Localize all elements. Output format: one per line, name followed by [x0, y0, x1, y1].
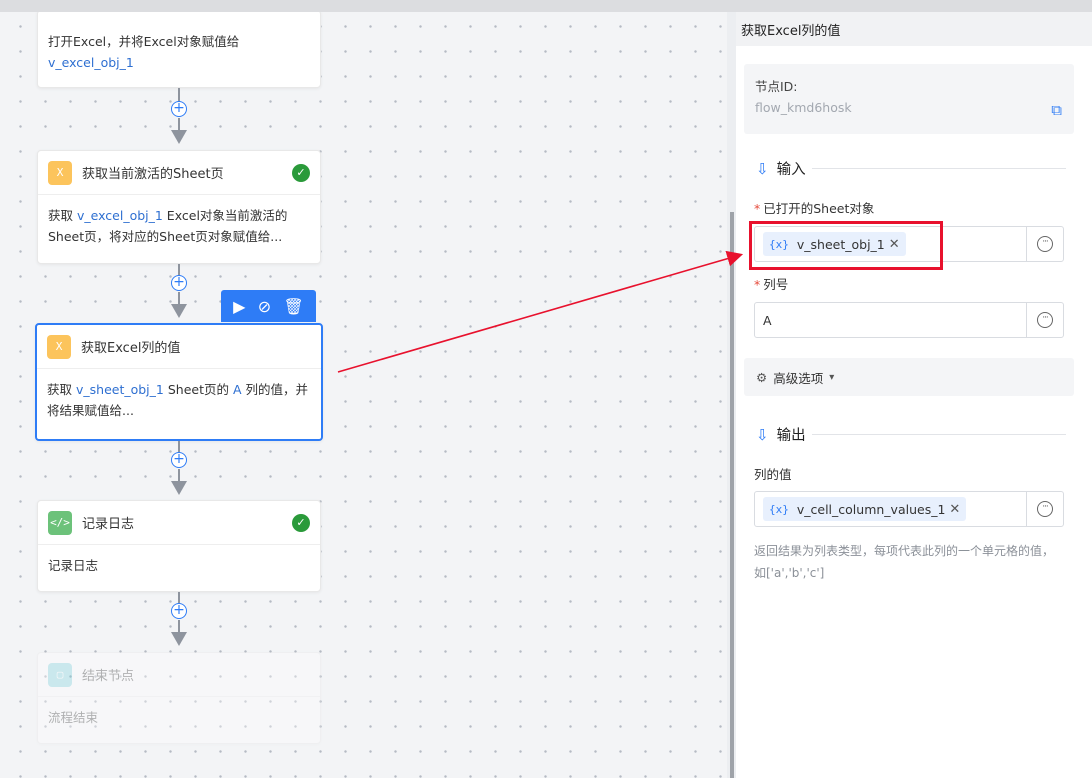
variable-icon: {x}: [769, 502, 789, 516]
node-get-active-sheet[interactable]: X 获取当前激活的Sheet页 ✓ 获取 v_excel_obj_1 Excel…: [37, 150, 321, 264]
add-node-icon[interactable]: +: [171, 101, 187, 117]
node-toolbar: ▶ ⊘ 🗑: [221, 290, 316, 322]
node-header: X 获取Excel列的值: [37, 325, 321, 369]
advanced-label: 高级选项: [773, 370, 824, 386]
copy-icon[interactable]: ⧉: [1051, 101, 1062, 119]
node-get-column[interactable]: X 获取Excel列的值 获取 v_sheet_obj_1 Sheet页的 A …: [35, 323, 323, 441]
section-label: 输出: [776, 428, 806, 444]
check-icon: ✓: [292, 513, 310, 532]
column-value: A: [763, 312, 772, 328]
top-bar: [0, 0, 1092, 12]
column-label: * 列号: [754, 277, 789, 292]
column-field[interactable]: A ···: [754, 302, 1064, 338]
node-text: 打开Excel，并将Excel对象赋值给: [48, 34, 240, 49]
node-title: 获取当前激活的Sheet页: [82, 167, 224, 182]
node-text: 获取: [48, 208, 77, 223]
section-label: 输入: [776, 162, 806, 178]
variable-picker-button[interactable]: ···: [1026, 492, 1063, 526]
output-section-title: ⇩ 输出: [756, 424, 1066, 445]
advanced-options[interactable]: ⚙ 高级选项 ▾: [744, 358, 1074, 396]
node-body: 记录日志: [38, 545, 320, 586]
add-node-icon[interactable]: +: [171, 452, 187, 468]
more-icon: ···: [1037, 312, 1053, 328]
node-log[interactable]: </> 记录日志 ✓ 记录日志: [37, 500, 321, 592]
node-body: 流程结束: [38, 697, 320, 738]
input-icon: ⇩: [756, 159, 769, 178]
flow-canvas[interactable]: 打开Excel，并将Excel对象赋值给 v_excel_obj_1 + X 获…: [0, 12, 727, 778]
code-icon: </>: [48, 510, 72, 535]
variable-picker-button[interactable]: ···: [1026, 303, 1063, 337]
add-node-icon[interactable]: +: [171, 603, 187, 619]
node-id-value: flow_kmd6hosk: [755, 100, 852, 115]
node-text: Sheet页的: [163, 382, 233, 397]
variable-tag[interactable]: {x} v_cell_column_values_1 ✕: [763, 497, 967, 521]
node-variable[interactable]: v_sheet_obj_1: [76, 382, 164, 397]
node-text: 流程结束: [48, 710, 99, 725]
check-icon: ✓: [292, 163, 310, 182]
more-icon: ···: [1037, 501, 1053, 517]
panel-title: 获取Excel列的值: [736, 12, 1092, 46]
node-body: 打开Excel，并将Excel对象赋值给 v_excel_obj_1: [38, 12, 320, 83]
excel-icon: X: [48, 160, 72, 185]
node-title: 记录日志: [82, 517, 135, 532]
chevron-down-icon: ▾: [829, 371, 835, 383]
variable-tag-label: v_cell_column_values_1: [796, 501, 946, 517]
output-icon: ⇩: [756, 425, 769, 444]
node-id-label: 节点ID:: [755, 79, 798, 94]
node-text: 记录日志: [48, 558, 99, 573]
node-header: </> 记录日志 ✓: [38, 501, 320, 545]
connector: +: [171, 88, 187, 158]
output-hint: 返回结果为列表类型，每项代表此列的一个单元格的值，如['a','b','c']: [754, 544, 1055, 580]
delete-icon[interactable]: 🗑: [284, 297, 304, 316]
sheet-object-label: * 已打开的Sheet对象: [754, 201, 875, 216]
play-icon[interactable]: ▶: [233, 297, 245, 316]
output-label: 列的值: [754, 467, 792, 482]
node-title: 获取Excel列的值: [81, 341, 181, 356]
node-text: 获取: [47, 382, 76, 397]
node-variable[interactable]: v_excel_obj_1: [77, 208, 163, 223]
add-node-icon[interactable]: +: [171, 275, 187, 291]
excel-icon: X: [47, 334, 71, 359]
node-title: 结束节点: [82, 669, 135, 684]
variable-picker-button[interactable]: ···: [1026, 227, 1063, 261]
node-body: 获取 v_sheet_obj_1 Sheet页的 A 列的值，并将结果赋值给..…: [37, 369, 321, 431]
gear-icon: ⚙: [756, 369, 768, 385]
output-field[interactable]: {x} v_cell_column_values_1 ✕ ···: [754, 491, 1064, 527]
node-end[interactable]: ▢ 结束节点 流程结束: [37, 652, 321, 744]
more-icon: ···: [1037, 236, 1053, 252]
node-header: ▢ 结束节点: [38, 653, 320, 697]
end-node-icon: ▢: [48, 662, 72, 687]
disable-icon[interactable]: ⊘: [258, 297, 271, 316]
connector: +: [171, 441, 187, 503]
node-variable[interactable]: A: [233, 382, 242, 397]
connector: +: [171, 592, 187, 656]
annotation-highlight-box: [749, 221, 943, 270]
node-variable[interactable]: v_excel_obj_1: [48, 55, 134, 70]
node-header: X 获取当前激活的Sheet页 ✓: [38, 151, 320, 195]
splitter-handle[interactable]: [730, 212, 734, 778]
properties-panel: 获取Excel列的值 节点ID: flow_kmd6hosk ⧉ ⇩ 输入 * 已…: [736, 12, 1092, 778]
close-icon[interactable]: ✕: [949, 502, 960, 517]
input-section-title: ⇩ 输入: [756, 158, 1066, 179]
node-body: 获取 v_excel_obj_1 Excel对象当前激活的Sheet页，将对应的…: [38, 195, 320, 257]
connector: +: [171, 264, 187, 326]
panel-splitter[interactable]: [727, 12, 736, 778]
node-open-excel[interactable]: 打开Excel，并将Excel对象赋值给 v_excel_obj_1: [37, 12, 321, 88]
node-id-box: 节点ID: flow_kmd6hosk ⧉: [744, 64, 1074, 134]
